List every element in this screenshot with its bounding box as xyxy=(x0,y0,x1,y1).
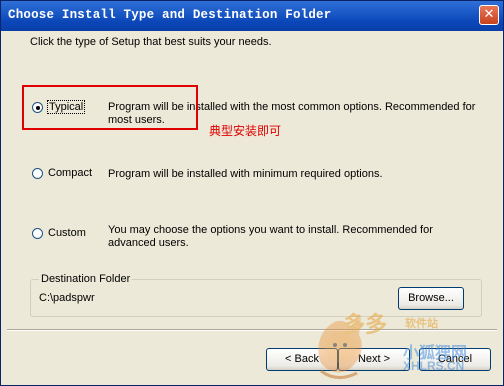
destination-path: C:\padspwr xyxy=(39,292,95,304)
annotation-text: 典型安装即可 xyxy=(209,124,282,138)
destination-legend: Destination Folder xyxy=(39,273,133,285)
watermark-chars: 多多 xyxy=(343,313,388,338)
option-desc-compact: Program will be installed with minimum r… xyxy=(108,168,383,180)
site-watermark: 多多 软件站 小狐狸网 XHLRS.CN xyxy=(307,301,503,385)
radio-button-custom[interactable] xyxy=(32,228,43,239)
intro-text: Click the type of Setup that best suits … xyxy=(30,36,272,48)
annotation-highlight-box xyxy=(22,85,198,130)
window-title: Choose Install Type and Destination Fold… xyxy=(8,8,332,22)
watermark-site-label: 软件站 xyxy=(405,317,438,330)
close-button[interactable]: ✕ xyxy=(479,5,499,25)
title-bar[interactable]: Choose Install Type and Destination Fold… xyxy=(1,1,503,31)
installer-window: Choose Install Type and Destination Fold… xyxy=(0,0,504,386)
option-label-compact: Compact xyxy=(48,167,93,179)
option-desc-custom: You may choose the options you want to i… xyxy=(108,224,433,249)
watermark-domain: XHLRS.CN xyxy=(403,359,465,373)
radio-button-compact[interactable] xyxy=(32,168,43,179)
close-icon: ✕ xyxy=(483,7,495,22)
option-label-custom: Custom xyxy=(48,227,86,239)
